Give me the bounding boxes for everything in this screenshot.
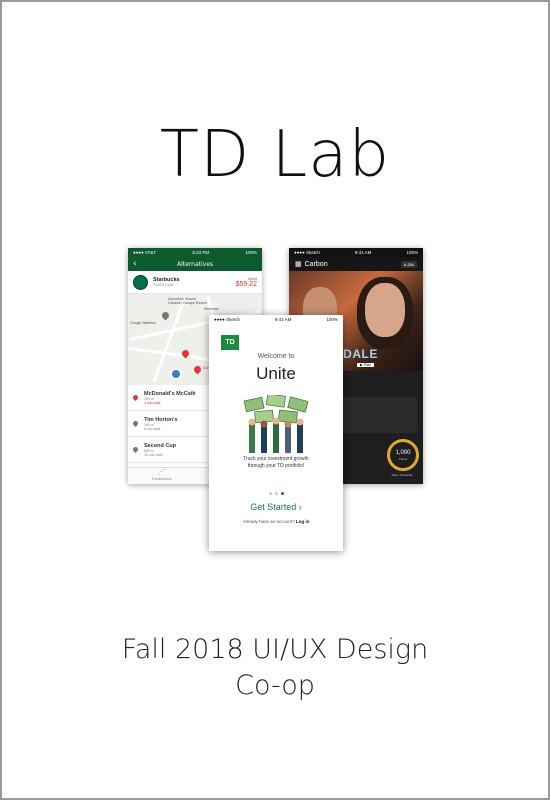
page-dot-active[interactable] xyxy=(280,492,284,495)
money-hands-illustration xyxy=(243,395,309,453)
carrier-label: ●●●● AT&T xyxy=(133,250,157,255)
featured-merchant[interactable]: Starbucks Food & Drink Spent $59.22 xyxy=(128,271,262,294)
map-pin-icon xyxy=(131,393,140,402)
carrier-label: ●●●● Sketch xyxy=(294,250,320,255)
time-label: 6:23 PM xyxy=(192,250,210,255)
reward-points: 1,000 xyxy=(395,449,411,456)
reward-item[interactable]: 1,000 Points Peter S Friends xyxy=(387,439,419,481)
play-button[interactable]: ▶ Play xyxy=(357,363,375,367)
back-arrow-icon[interactable]: ‹ xyxy=(133,257,137,271)
alternative-name: Tim Horton's xyxy=(144,416,178,423)
status-bar: ●●●● AT&T 6:23 PM 100% xyxy=(128,248,262,257)
grid-icon[interactable]: ▦ xyxy=(295,260,302,268)
login-link[interactable]: Log in xyxy=(296,519,310,524)
tab-transactions[interactable]: ⋰ Transactions xyxy=(128,468,195,484)
map-pin-icon[interactable] xyxy=(160,310,171,321)
points-badge: 6,284 xyxy=(400,260,417,268)
current-location-icon xyxy=(170,368,182,380)
battery-label: 100% xyxy=(406,250,418,255)
app-header: ▦ Carbon 6,284 xyxy=(289,257,423,271)
starbucks-logo-icon xyxy=(133,274,148,290)
actor-face xyxy=(365,283,405,337)
alternative-name: McDonald's McCafé xyxy=(144,390,196,397)
map-pin-icon xyxy=(131,445,140,454)
transactions-icon: ⋰ xyxy=(158,469,165,476)
already-account-text: Already have an account? xyxy=(242,519,295,524)
alternative-name: Second Cup xyxy=(144,442,177,449)
app-title: Unite xyxy=(256,364,296,383)
reward-caption: Peter S Friends xyxy=(391,473,413,477)
app-name: Carbon xyxy=(304,260,328,268)
tagline-line: through your TD portfolio! xyxy=(247,463,305,469)
subtitle-line: Co-op xyxy=(235,670,315,701)
time-label: 9:41 AM xyxy=(354,250,372,255)
map-label: Google Waterloo xyxy=(130,321,157,325)
tagline-line: Track your investment growth xyxy=(243,456,309,462)
tagline: Track your investment growth through you… xyxy=(209,456,343,470)
page-title: TD Lab xyxy=(159,118,391,192)
login-prompt: Already have an account? Log in xyxy=(209,519,343,524)
status-bar: ●●●● Sketch 9:41 AM 100% xyxy=(289,248,423,257)
alternative-walk: 15 min walk xyxy=(144,452,163,457)
nav-bar: ‹ Alternatives xyxy=(128,257,262,271)
price-value: $59.22 xyxy=(235,280,257,288)
phone-mockup-unite: ●●●● Sketch 9:41 AM 100% TD Welcome to U… xyxy=(209,315,343,551)
alternative-walk: 6 min walk xyxy=(144,426,161,431)
map-pin-icon xyxy=(131,419,140,428)
alternative-walk: 4 min walk xyxy=(144,400,161,405)
welcome-text: Welcome to xyxy=(257,353,295,360)
page-dot[interactable] xyxy=(268,492,272,495)
map-label: Kitchener xyxy=(204,307,219,311)
merchant-category: Food & Drink xyxy=(153,283,174,287)
get-started-button[interactable]: Get Started › xyxy=(209,502,343,512)
carrier-label: ●●●● Sketch xyxy=(214,317,240,322)
map-pin-icon[interactable] xyxy=(192,364,203,375)
page-subtitle: Fall 2018 UI/UX Design Co-op xyxy=(0,632,550,704)
reward-unit: Points xyxy=(398,456,408,461)
td-logo: TD xyxy=(221,335,239,350)
subtitle-line: Fall 2018 UI/UX Design xyxy=(121,634,429,665)
battery-label: 100% xyxy=(326,317,338,322)
map-label: Adventure Rooms Canada | Escape Rooms xyxy=(168,297,207,305)
time-label: 9:41 AM xyxy=(274,317,292,322)
page-dot[interactable] xyxy=(274,492,278,495)
status-bar: ●●●● Sketch 9:41 AM 100% xyxy=(209,315,343,324)
nav-title: Alternatives xyxy=(176,260,214,268)
tab-label: Transactions xyxy=(151,477,172,481)
page-indicator xyxy=(209,480,343,499)
battery-label: 100% xyxy=(245,250,257,255)
